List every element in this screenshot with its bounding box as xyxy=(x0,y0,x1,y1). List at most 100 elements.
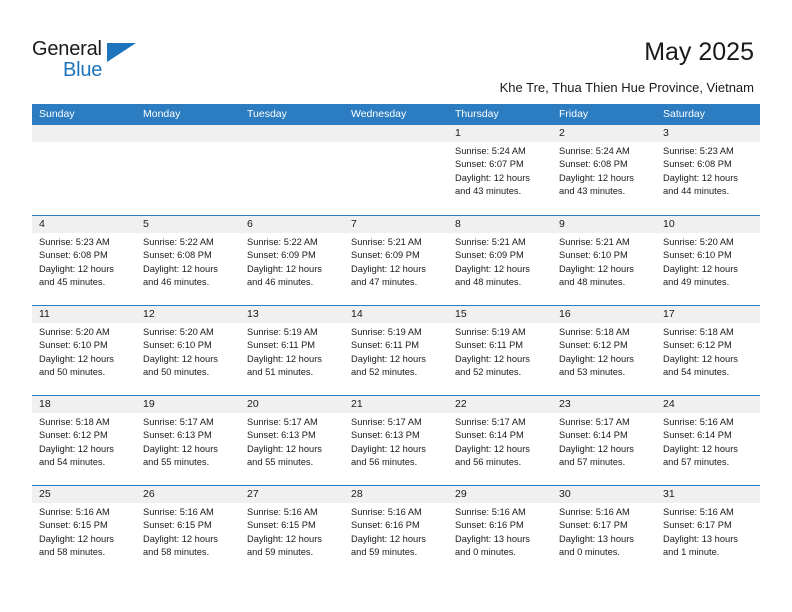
calendar-day-cell[interactable]: 9 Sunrise: 5:21 AM Sunset: 6:10 PM Daylight… xyxy=(552,216,656,305)
calendar-day-cell[interactable]: 22 Sunrise: 5:17 AM Sunset: 6:14 PM Dayligh… xyxy=(448,396,552,485)
sunset-text: Sunset: 6:10 PM xyxy=(559,250,628,261)
calendar-day-cell[interactable]: 25 Sunrise: 5:16 AM Sunset: 6:15 PM Dayligh… xyxy=(32,486,136,575)
calendar-day-cell[interactable]: 5 Sunrise: 5:22 AM Sunset: 6:08 PM Daylight… xyxy=(136,216,240,305)
sunrise-text: Sunrise: 5:17 AM xyxy=(455,417,526,427)
sunset-text: Sunset: 6:15 PM xyxy=(247,520,316,531)
calendar-day-cell[interactable]: 24 Sunrise: 5:16 AM Sunset: 6:14 PM Dayligh… xyxy=(656,396,760,485)
sunrise-text: Sunrise: 5:17 AM xyxy=(559,417,630,427)
daylight-text: Daylight: 12 hours and 48 minutes. xyxy=(559,263,634,287)
sunset-text: Sunset: 6:17 PM xyxy=(559,520,628,531)
daylight-text: Daylight: 12 hours and 57 minutes. xyxy=(559,443,634,467)
calendar-day-cell[interactable]: 28 Sunrise: 5:16 AM Sunset: 6:16 PM Dayligh… xyxy=(344,486,448,575)
day-number: 5 xyxy=(136,216,240,233)
sunset-text: Sunset: 6:09 PM xyxy=(247,250,316,261)
daylight-text: Daylight: 13 hours and 0 minutes. xyxy=(455,533,530,557)
calendar-day-cell[interactable]: 30 Sunrise: 5:16 AM Sunset: 6:17 PM Dayligh… xyxy=(552,486,656,575)
calendar-day-cell[interactable]: 29 Sunrise: 5:16 AM Sunset: 6:16 PM Dayligh… xyxy=(448,486,552,575)
daylight-text: Daylight: 12 hours and 53 minutes. xyxy=(559,353,634,377)
day-sun-info: Sunrise: 5:16 AM Sunset: 6:15 PM Daylight:… xyxy=(32,503,136,559)
sunrise-text: Sunrise: 5:16 AM xyxy=(143,507,214,517)
day-number: 26 xyxy=(136,486,240,503)
day-sun-info: Sunrise: 5:17 AM Sunset: 6:13 PM Daylight:… xyxy=(136,413,240,469)
sunset-text: Sunset: 6:08 PM xyxy=(559,159,628,170)
daylight-text: Daylight: 12 hours and 52 minutes. xyxy=(455,353,530,377)
day-number: 21 xyxy=(344,396,448,413)
sunset-text: Sunset: 6:11 PM xyxy=(351,340,420,351)
daylight-text: Daylight: 12 hours and 58 minutes. xyxy=(39,533,114,557)
day-sun-info: Sunrise: 5:24 AM Sunset: 6:08 PM Daylight:… xyxy=(552,142,656,198)
calendar-day-cell[interactable]: 1 Sunrise: 5:24 AM Sunset: 6:07 PM Daylight… xyxy=(448,125,552,215)
calendar-day-cell[interactable]: 13 Sunrise: 5:19 AM Sunset: 6:11 PM Dayligh… xyxy=(240,306,344,395)
daylight-text: Daylight: 13 hours and 1 minute. xyxy=(663,533,738,557)
calendar-day-cell[interactable]: 4 Sunrise: 5:23 AM Sunset: 6:08 PM Daylight… xyxy=(32,216,136,305)
calendar-day-cell[interactable]: 31 Sunrise: 5:16 AM Sunset: 6:17 PM Dayligh… xyxy=(656,486,760,575)
calendar-week-row: 11 Sunrise: 5:20 AM Sunset: 6:10 PM Dayligh… xyxy=(32,305,760,395)
day-sun-info: Sunrise: 5:21 AM Sunset: 6:10 PM Daylight:… xyxy=(552,233,656,289)
day-sun-info: Sunrise: 5:18 AM Sunset: 6:12 PM Daylight:… xyxy=(32,413,136,469)
daylight-text: Daylight: 12 hours and 49 minutes. xyxy=(663,263,738,287)
day-number: 10 xyxy=(656,216,760,233)
calendar-day-cell[interactable]: 16 Sunrise: 5:18 AM Sunset: 6:12 PM Dayligh… xyxy=(552,306,656,395)
weekday-header-thursday: Thursday xyxy=(455,108,499,120)
calendar-day-cell[interactable]: 17 Sunrise: 5:18 AM Sunset: 6:12 PM Dayligh… xyxy=(656,306,760,395)
day-sun-info: Sunrise: 5:22 AM Sunset: 6:08 PM Daylight:… xyxy=(136,233,240,289)
day-sun-info: Sunrise: 5:24 AM Sunset: 6:07 PM Daylight:… xyxy=(448,142,552,198)
daylight-text: Daylight: 12 hours and 50 minutes. xyxy=(143,353,218,377)
day-sun-info: Sunrise: 5:17 AM Sunset: 6:14 PM Daylight:… xyxy=(552,413,656,469)
day-sun-info: Sunrise: 5:16 AM Sunset: 6:15 PM Daylight:… xyxy=(136,503,240,559)
calendar-day-cell[interactable]: 10 Sunrise: 5:20 AM Sunset: 6:10 PM Dayligh… xyxy=(656,216,760,305)
calendar-day-cell[interactable]: 19 Sunrise: 5:17 AM Sunset: 6:13 PM Dayligh… xyxy=(136,396,240,485)
sunset-text: Sunset: 6:07 PM xyxy=(455,159,524,170)
daylight-text: Daylight: 12 hours and 43 minutes. xyxy=(455,172,530,196)
weekday-header-row: Sunday Monday Tuesday Wednesday Thursday… xyxy=(32,104,760,125)
sunset-text: Sunset: 6:09 PM xyxy=(351,250,420,261)
day-number: 22 xyxy=(448,396,552,413)
daylight-text: Daylight: 12 hours and 46 minutes. xyxy=(247,263,322,287)
sunset-text: Sunset: 6:08 PM xyxy=(143,250,212,261)
calendar-day-cell[interactable]: 23 Sunrise: 5:17 AM Sunset: 6:14 PM Dayligh… xyxy=(552,396,656,485)
calendar-day-cell[interactable]: 14 Sunrise: 5:19 AM Sunset: 6:11 PM Dayligh… xyxy=(344,306,448,395)
calendar-day-cell[interactable]: 21 Sunrise: 5:17 AM Sunset: 6:13 PM Dayligh… xyxy=(344,396,448,485)
calendar-day-cell[interactable]: 3 Sunrise: 5:23 AM Sunset: 6:08 PM Daylight… xyxy=(656,125,760,215)
weekday-header-wednesday: Wednesday xyxy=(351,108,407,120)
general-blue-logo[interactable]: General Blue xyxy=(32,38,152,84)
day-sun-info: Sunrise: 5:16 AM Sunset: 6:16 PM Daylight:… xyxy=(344,503,448,559)
day-sun-info: Sunrise: 5:20 AM Sunset: 6:10 PM Daylight:… xyxy=(136,323,240,379)
day-number: 13 xyxy=(240,306,344,323)
calendar-day-cell[interactable]: 26 Sunrise: 5:16 AM Sunset: 6:15 PM Dayligh… xyxy=(136,486,240,575)
calendar-day-cell[interactable]: 20 Sunrise: 5:17 AM Sunset: 6:13 PM Dayligh… xyxy=(240,396,344,485)
calendar-day-cell[interactable]: 12 Sunrise: 5:20 AM Sunset: 6:10 PM Dayligh… xyxy=(136,306,240,395)
day-sun-info: Sunrise: 5:19 AM Sunset: 6:11 PM Daylight:… xyxy=(344,323,448,379)
calendar-day-cell[interactable]: 11 Sunrise: 5:20 AM Sunset: 6:10 PM Dayligh… xyxy=(32,306,136,395)
calendar-day-cell[interactable]: 8 Sunrise: 5:21 AM Sunset: 6:09 PM Daylight… xyxy=(448,216,552,305)
sunset-text: Sunset: 6:13 PM xyxy=(143,430,212,441)
sunset-text: Sunset: 6:17 PM xyxy=(663,520,732,531)
logo-text-general: General xyxy=(32,38,102,60)
day-sun-info: Sunrise: 5:18 AM Sunset: 6:12 PM Daylight:… xyxy=(552,323,656,379)
calendar-day-cell[interactable]: 6 Sunrise: 5:22 AM Sunset: 6:09 PM Daylight… xyxy=(240,216,344,305)
day-number: 3 xyxy=(656,125,760,142)
day-number: 8 xyxy=(448,216,552,233)
location-subtitle: Khe Tre, Thua Thien Hue Province, Vietna… xyxy=(499,80,754,95)
sunset-text: Sunset: 6:09 PM xyxy=(455,250,524,261)
day-number: 17 xyxy=(656,306,760,323)
sunset-text: Sunset: 6:15 PM xyxy=(143,520,212,531)
calendar-day-cell[interactable]: 7 Sunrise: 5:21 AM Sunset: 6:09 PM Daylight… xyxy=(344,216,448,305)
logo-text-blue: Blue xyxy=(63,59,103,81)
calendar-day-cell[interactable]: 2 Sunrise: 5:24 AM Sunset: 6:08 PM Daylight… xyxy=(552,125,656,215)
calendar-weeks: 1 Sunrise: 5:24 AM Sunset: 6:07 PM Daylight… xyxy=(32,125,760,575)
day-number: 16 xyxy=(552,306,656,323)
day-number: 29 xyxy=(448,486,552,503)
daylight-text: Daylight: 12 hours and 52 minutes. xyxy=(351,353,426,377)
daylight-text: Daylight: 12 hours and 56 minutes. xyxy=(455,443,530,467)
calendar-day-cell[interactable]: 15 Sunrise: 5:19 AM Sunset: 6:11 PM Dayligh… xyxy=(448,306,552,395)
day-sun-info: Sunrise: 5:17 AM Sunset: 6:13 PM Daylight:… xyxy=(344,413,448,469)
sunrise-text: Sunrise: 5:24 AM xyxy=(455,146,526,156)
daylight-text: Daylight: 12 hours and 48 minutes. xyxy=(455,263,530,287)
calendar-day-cell[interactable]: 27 Sunrise: 5:16 AM Sunset: 6:15 PM Dayligh… xyxy=(240,486,344,575)
sunrise-text: Sunrise: 5:22 AM xyxy=(143,237,214,247)
calendar-day-cell[interactable]: 18 Sunrise: 5:18 AM Sunset: 6:12 PM Dayligh… xyxy=(32,396,136,485)
day-number: 24 xyxy=(656,396,760,413)
day-number: 15 xyxy=(448,306,552,323)
sunrise-text: Sunrise: 5:22 AM xyxy=(247,237,318,247)
